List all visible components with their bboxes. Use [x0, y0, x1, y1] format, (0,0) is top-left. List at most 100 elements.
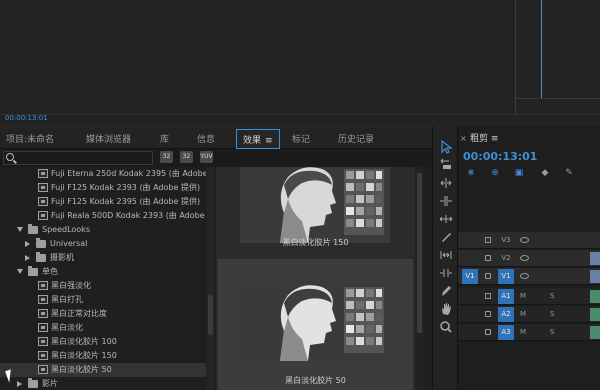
expand-triangle-icon[interactable]: [17, 227, 23, 232]
lock-icon[interactable]: [485, 329, 491, 335]
mute-button[interactable]: M: [520, 308, 526, 320]
collapse-triangle-icon[interactable]: [25, 255, 30, 261]
effects-tree: Fuji Eterna 250d Kodak 2395 (由 Adobe 提供)…: [0, 167, 206, 390]
list-item[interactable]: 黑白淡化胶片 100: [0, 335, 206, 349]
list-item[interactable]: 黑白正常对比度: [0, 307, 206, 321]
list-item[interactable]: Universal: [0, 237, 206, 251]
list-item-selected[interactable]: 黑白淡化胶片 50: [0, 363, 206, 377]
folder-icon: [36, 238, 46, 248]
eye-icon[interactable]: [520, 255, 529, 261]
lock-icon[interactable]: [485, 311, 491, 317]
preview-card-selected[interactable]: 黑白淡化胶片 50: [218, 259, 413, 390]
close-icon[interactable]: ×: [460, 134, 467, 143]
list-item-label: Universal: [50, 239, 88, 248]
tab-project[interactable]: 项目:未命名: [6, 132, 54, 145]
panel-menu-icon[interactable]: ≡: [265, 136, 273, 146]
lock-icon[interactable]: [485, 273, 491, 279]
tab-markers[interactable]: 标记: [292, 132, 310, 145]
folder-icon: [28, 378, 38, 388]
playhead-line[interactable]: [541, 0, 542, 98]
tab-libraries[interactable]: 库: [160, 132, 169, 145]
hand-tool-icon[interactable]: [439, 302, 453, 316]
source-patch[interactable]: V1: [462, 269, 478, 284]
track-target[interactable]: A2: [498, 307, 514, 322]
rolling-edit-tool-icon[interactable]: [439, 194, 453, 208]
solo-button[interactable]: S: [550, 308, 554, 320]
audio-clip[interactable]: [590, 326, 600, 339]
tab-media-browser[interactable]: 媒体浏览器: [86, 132, 131, 145]
eye-icon[interactable]: [520, 237, 529, 243]
preview-card[interactable]: 黑白淡化胶片 150: [218, 167, 413, 253]
scrollbar-thumb[interactable]: [208, 295, 213, 335]
wrench-icon[interactable]: ✎: [564, 168, 574, 178]
track-select-tool-icon[interactable]: [439, 158, 453, 172]
effect-icon: [38, 281, 48, 290]
list-item[interactable]: Fuji Eterna 250d Kodak 2395 (由 Adobe 提供): [0, 167, 206, 181]
list-item-label: Fuji Reala 500D Kodak 2393 (由 Adobe 提供): [51, 211, 206, 220]
selection-tool-icon[interactable]: [439, 139, 453, 154]
collapse-triangle-icon[interactable]: [25, 241, 30, 247]
list-item[interactable]: 黑白淡化胶片 150: [0, 349, 206, 363]
eye-icon[interactable]: [520, 273, 529, 279]
collapse-triangle-icon[interactable]: [17, 381, 22, 387]
mute-button[interactable]: M: [520, 290, 526, 302]
program-timecode[interactable]: 00:00:13:01: [5, 114, 48, 122]
accelerated-effects-icon[interactable]: 32: [160, 151, 173, 163]
effect-icon: [38, 351, 48, 360]
list-item[interactable]: 黑白强淡化: [0, 279, 206, 293]
search-input[interactable]: [3, 151, 153, 165]
timeline-timecode[interactable]: 00:00:13:01: [463, 150, 537, 163]
tab-history[interactable]: 历史记录: [338, 132, 374, 145]
add-marker-icon[interactable]: ▣: [514, 168, 524, 178]
audio-clip[interactable]: [590, 290, 600, 303]
tree-scrollbar[interactable]: [207, 167, 214, 390]
bw-portrait-thumbnail: [240, 281, 390, 361]
ripple-edit-tool-icon[interactable]: [439, 176, 453, 190]
list-item-label: SpeedLooks: [42, 225, 90, 234]
lock-icon[interactable]: [485, 255, 491, 261]
track-target[interactable]: A3: [498, 325, 514, 340]
list-item[interactable]: Fuji F125 Kodak 2395 (由 Adobe 提供): [0, 195, 206, 209]
list-item[interactable]: SpeedLooks: [0, 223, 206, 237]
track-target[interactable]: V2: [498, 251, 514, 266]
marker-icon[interactable]: ◆: [540, 168, 550, 178]
tab-info[interactable]: 信息: [197, 132, 215, 145]
mute-button[interactable]: M: [520, 326, 526, 338]
rate-stretch-tool-icon[interactable]: [439, 212, 453, 226]
track-target[interactable]: V1: [498, 269, 514, 284]
lock-icon[interactable]: [485, 237, 491, 243]
linked-selection-icon[interactable]: ⊕: [490, 168, 500, 178]
list-item[interactable]: Fuji F125 Kodak 2393 (由 Adobe 提供): [0, 181, 206, 195]
32bit-effects-icon[interactable]: 32: [180, 151, 193, 163]
snap-icon[interactable]: ⋇: [466, 168, 476, 178]
scrollbar-thumb[interactable]: [417, 173, 422, 333]
list-item[interactable]: 单色: [0, 265, 206, 279]
list-item[interactable]: Fuji Reala 500D Kodak 2393 (由 Adobe 提供): [0, 209, 206, 223]
solo-button[interactable]: S: [550, 290, 554, 302]
zoom-tool-icon[interactable]: [439, 320, 453, 334]
timeline-menu-icon[interactable]: ≡: [491, 134, 499, 144]
razor-tool-icon[interactable]: [439, 230, 453, 244]
pen-tool-icon[interactable]: [439, 284, 453, 298]
yuv-effects-icon[interactable]: YUV: [200, 151, 213, 163]
slip-tool-icon[interactable]: [439, 248, 453, 262]
preview-scrollbar[interactable]: [415, 167, 424, 390]
video-clip[interactable]: [590, 252, 600, 265]
lock-icon[interactable]: [485, 293, 491, 299]
track-target[interactable]: V3: [498, 233, 514, 248]
timeline-sequence-tab[interactable]: 粗剪 ≡: [470, 131, 498, 144]
effect-icon: [38, 183, 48, 192]
list-item[interactable]: 摄影机: [0, 251, 206, 265]
track-target[interactable]: A1: [498, 289, 514, 304]
track-row-a1: A1 M S: [458, 288, 600, 305]
list-item-label: 黑白强淡化: [51, 281, 91, 290]
video-clip[interactable]: [590, 270, 600, 283]
slide-tool-icon[interactable]: [439, 266, 453, 280]
list-item[interactable]: 黑白淡化: [0, 321, 206, 335]
list-item[interactable]: 黑白打孔: [0, 293, 206, 307]
solo-button[interactable]: S: [550, 326, 554, 338]
audio-clip[interactable]: [590, 308, 600, 321]
list-item[interactable]: 影片: [0, 377, 206, 390]
tab-effects[interactable]: 效果 ≡: [236, 129, 280, 149]
expand-triangle-icon[interactable]: [17, 269, 23, 274]
